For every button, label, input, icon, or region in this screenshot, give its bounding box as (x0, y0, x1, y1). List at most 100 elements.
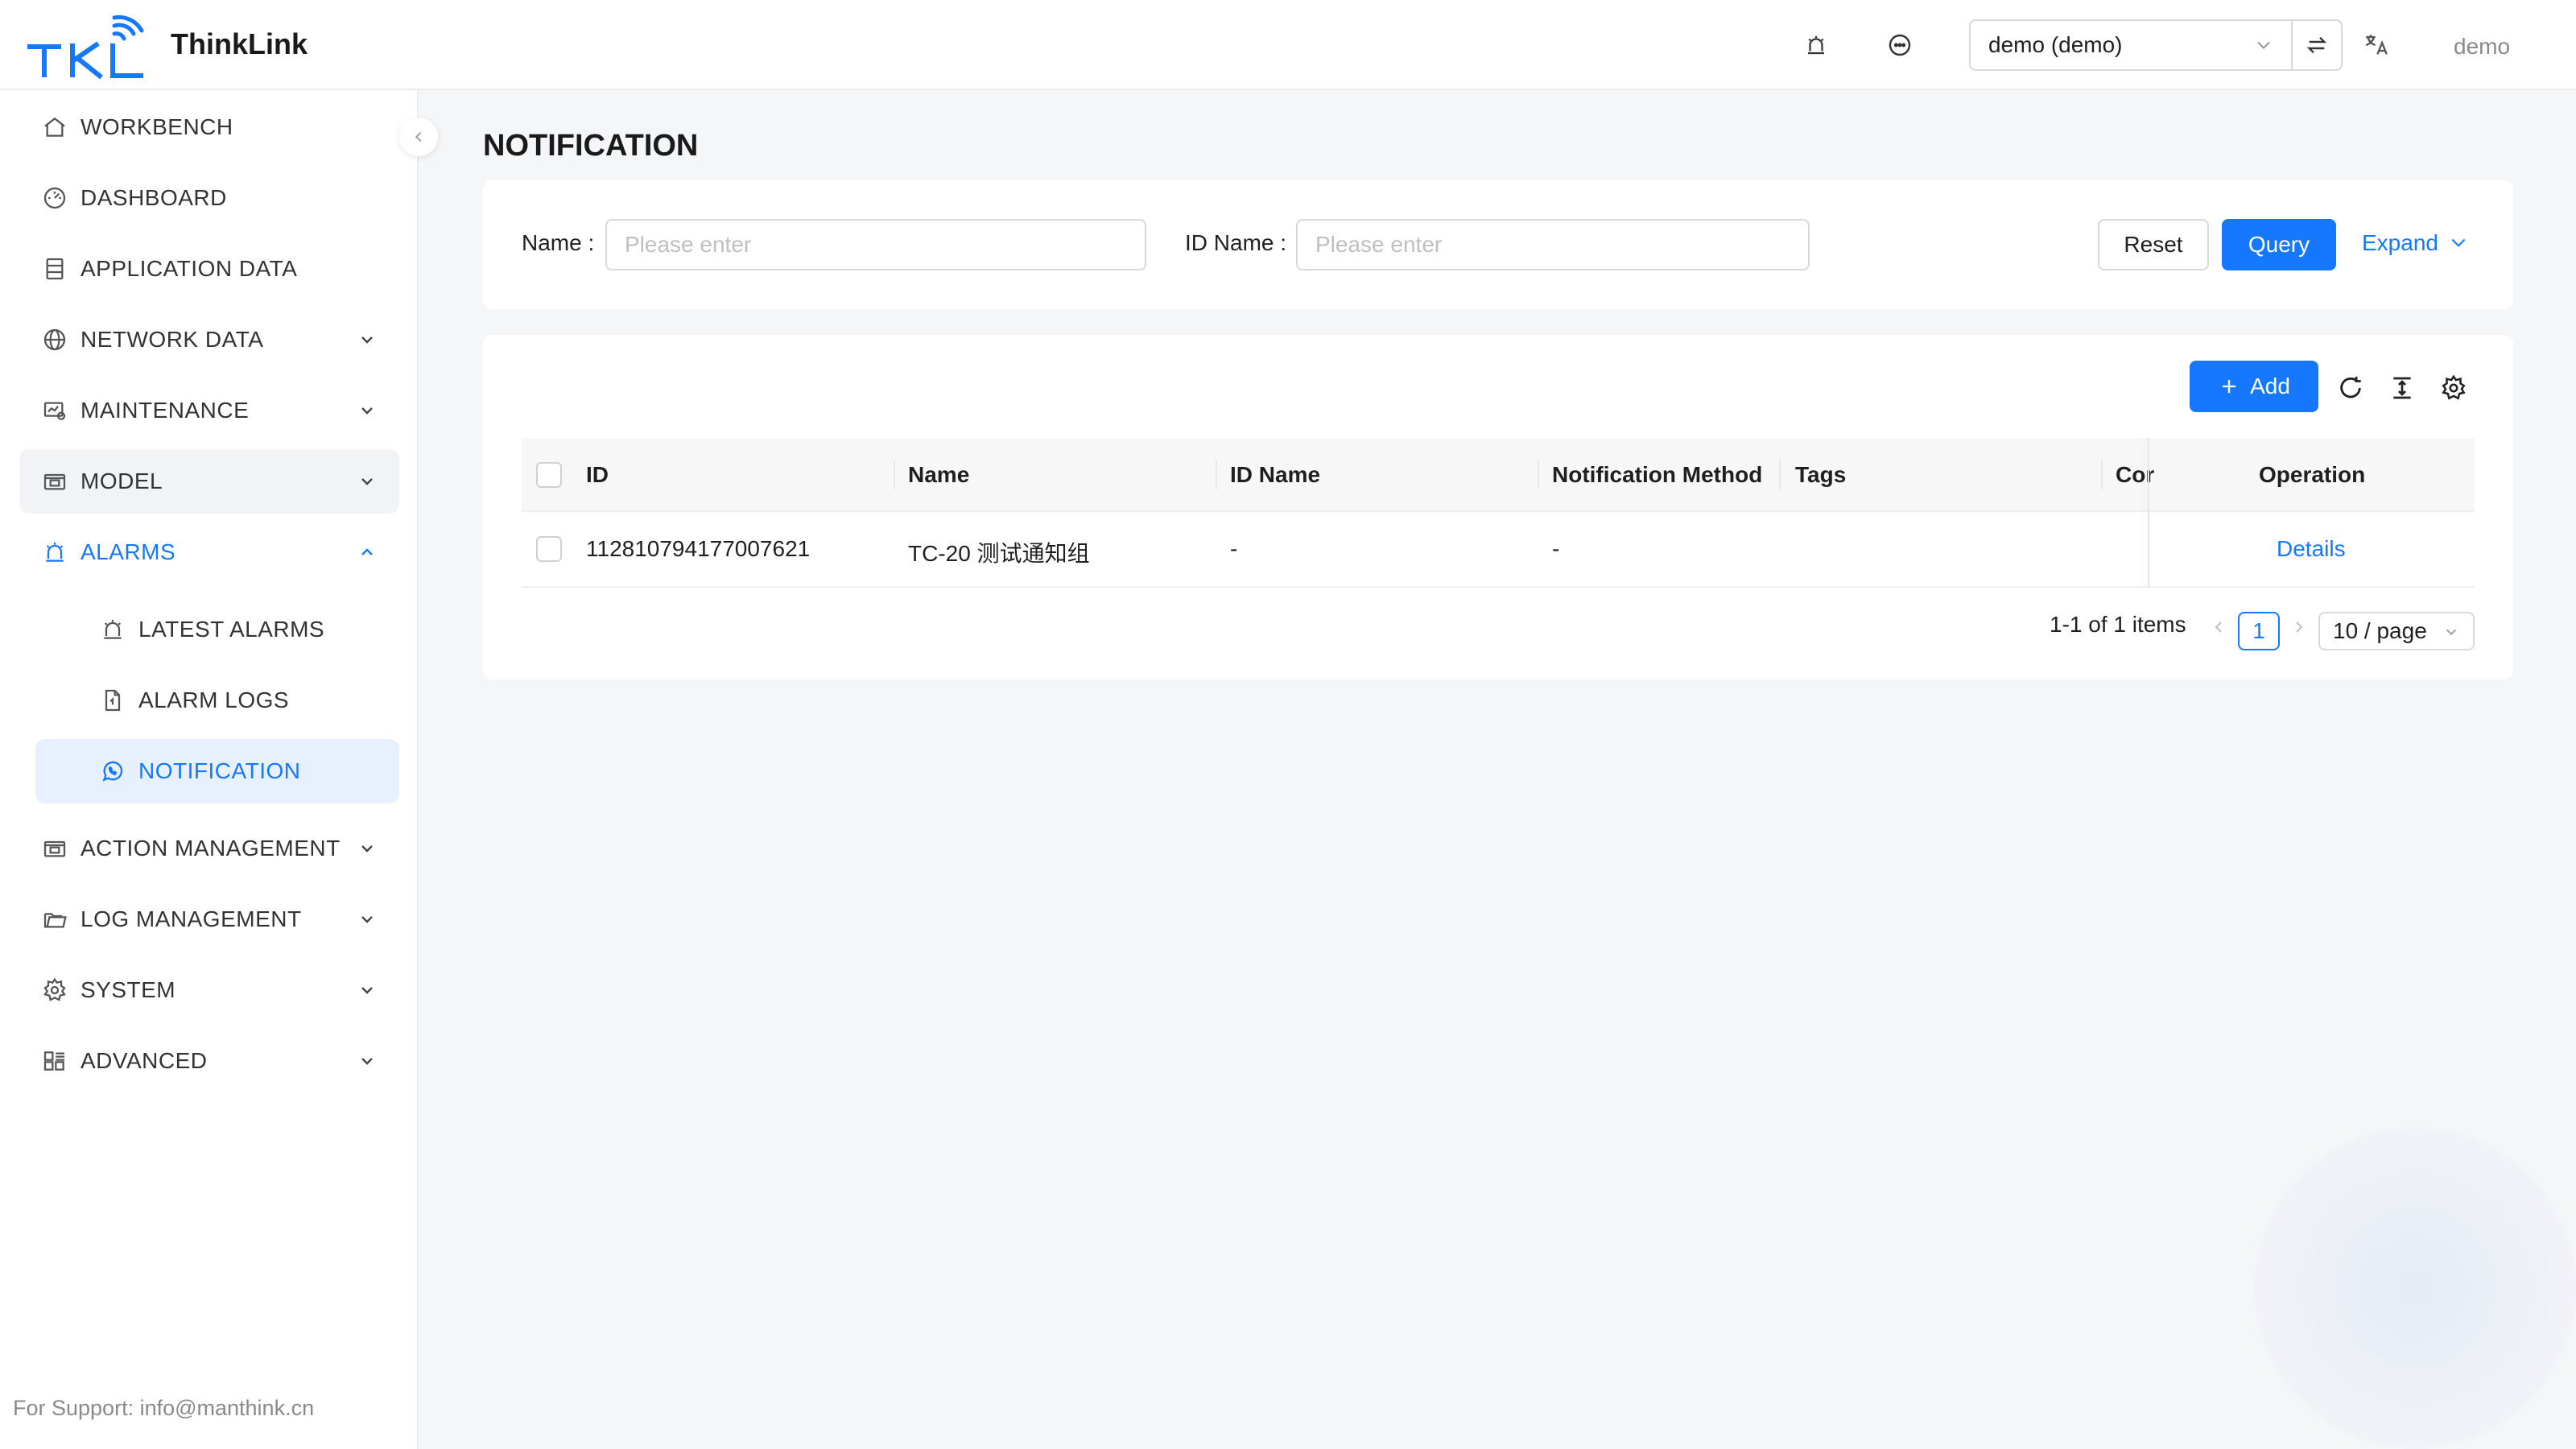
chevron-down-icon (2446, 629, 2457, 636)
id-name-input[interactable] (1296, 219, 1810, 270)
sidebar-item-maintenance[interactable]: MAINTENANCE (19, 378, 399, 443)
chevron-down-icon (361, 987, 373, 994)
column-header-id[interactable]: ID (586, 462, 609, 488)
message-icon[interactable] (1885, 31, 1914, 60)
alarm-icon (46, 543, 64, 562)
database-icon (46, 258, 64, 280)
chevron-down-icon (361, 407, 373, 415)
cell-name: TC-20 测试通知组 (908, 541, 1090, 566)
column-divider (1779, 460, 1781, 489)
sidebar-item-label: LOG MANAGEMENT (80, 906, 302, 931)
chevron-down-icon (2252, 34, 2275, 60)
chevron-down-icon (361, 478, 373, 485)
density-icon[interactable] (2386, 372, 2418, 404)
sidebar-item-workbench[interactable]: WORKBENCH (19, 95, 399, 159)
column-header-name[interactable]: Name (908, 462, 969, 488)
user-name[interactable]: demo (2454, 34, 2510, 60)
sidebar-item-system[interactable]: SYSTEM (19, 958, 399, 1022)
background-decoration (2254, 1127, 2576, 1449)
sidebar-item-label: ALARM LOGS (138, 687, 290, 712)
sidebar-item-label: DASHBOARD (80, 185, 227, 210)
fixed-column-divider (2148, 438, 2149, 588)
column-header-cor[interactable]: Cor (2116, 462, 2164, 488)
page-title: NOTIFICATION (483, 129, 699, 163)
sidebar-item-label: SYSTEM (80, 977, 176, 1002)
id-name-field-label: ID Name : (1185, 230, 1287, 255)
chevron-up-icon (361, 548, 373, 555)
support-contact: For Support: info@manthink.cn (13, 1396, 315, 1420)
chevron-left-icon (415, 131, 422, 142)
sidebar-item-action-management[interactable]: ACTION MANAGEMENT (19, 816, 399, 881)
name-field-label: Name : (522, 230, 595, 255)
column-header-operation: Operation (2259, 462, 2366, 487)
sidebar-item-label: MODEL (80, 469, 163, 493)
sidebar-item-log-management[interactable]: LOG MANAGEMENT (19, 887, 399, 952)
sidebar-item-advanced[interactable]: ADVANCED (19, 1029, 399, 1093)
column-divider (894, 460, 895, 489)
globe-icon (43, 328, 66, 351)
column-header-id-name[interactable]: ID Name (1230, 462, 1320, 488)
chevron-down-icon (361, 336, 373, 344)
dashboard-icon (43, 187, 66, 209)
chevron-down-icon (361, 1058, 373, 1065)
chevron-down-icon (361, 916, 373, 923)
whatsapp-icon (102, 761, 123, 782)
refresh-icon[interactable] (2334, 372, 2367, 404)
page-number-current[interactable]: 1 (2238, 612, 2280, 650)
reset-button[interactable]: Reset (2098, 219, 2209, 270)
plus-icon (2222, 379, 2236, 394)
home-icon (44, 117, 65, 137)
details-link[interactable]: Details (2277, 536, 2346, 562)
page-size-select[interactable]: 10 / page (2318, 612, 2475, 650)
sidebar: WORKBENCH DASHBOARD APPLICATION DATA NET… (0, 90, 419, 1449)
table-card: Add ID Name ID Name Notification Method … (483, 335, 2513, 679)
sidebar-item-label: NOTIFICATION (138, 758, 301, 783)
sidebar-item-label: ACTION MANAGEMENT (80, 836, 341, 861)
sidebar-item-application-data[interactable]: APPLICATION DATA (19, 237, 399, 301)
column-divider (2101, 460, 2103, 489)
sidebar-item-dashboard[interactable]: DASHBOARD (19, 166, 399, 230)
alarm-icon (104, 620, 122, 639)
expand-link[interactable]: Expand (2362, 230, 2469, 256)
expand-label: Expand (2362, 230, 2438, 255)
sidebar-item-latest-alarms[interactable]: LATEST ALARMS (35, 597, 399, 662)
swap-icon[interactable] (2304, 32, 2330, 62)
thinklink-logo (27, 14, 144, 80)
file-icon (105, 689, 121, 712)
alarm-icon[interactable] (1802, 31, 1831, 60)
cell-id: 112810794177007621 (586, 536, 811, 561)
select-all-checkbox[interactable] (536, 462, 562, 488)
app-title: ThinkLink (171, 27, 308, 60)
tenant-select[interactable]: demo (demo) (1969, 19, 2343, 71)
pagination-summary: 1-1 of 1 items (2050, 612, 2186, 637)
settings-icon[interactable] (2438, 372, 2470, 404)
next-page-icon[interactable] (2289, 617, 2309, 642)
folder-icon (43, 913, 67, 928)
row-checkbox[interactable] (536, 536, 562, 562)
sidebar-item-label: NETWORK DATA (80, 327, 264, 352)
query-button[interactable]: Query (2222, 219, 2336, 270)
table-header: ID Name ID Name Notification Method Tags… (522, 438, 2475, 512)
column-header-tags[interactable]: Tags (1795, 462, 1846, 488)
column-divider (1538, 460, 1539, 489)
sidebar-item-alarms[interactable]: ALARMS (19, 520, 399, 584)
translate-icon[interactable] (2362, 31, 2391, 60)
add-button-label: Add (2250, 374, 2290, 398)
maintenance-icon (43, 402, 66, 420)
page-size-value: 10 / page (2333, 618, 2427, 643)
table-row: 112810794177007621 TC-20 测试通知组 - - Detai… (522, 512, 2475, 588)
prev-page-icon[interactable] (2209, 617, 2228, 642)
sidebar-item-label: WORKBENCH (80, 114, 233, 139)
column-divider (1216, 460, 1217, 489)
sidebar-collapse-button[interactable] (399, 118, 438, 156)
sidebar-item-notification[interactable]: NOTIFICATION (35, 739, 399, 803)
sidebar-item-label: LATEST ALARMS (138, 617, 325, 642)
apps-icon (43, 1051, 64, 1071)
top-header: ThinkLink demo (demo) demo (0, 0, 2576, 90)
add-button[interactable]: Add (2190, 361, 2318, 412)
sidebar-item-model[interactable]: MODEL (19, 449, 399, 514)
sidebar-item-network-data[interactable]: NETWORK DATA (19, 308, 399, 372)
sidebar-item-alarm-logs[interactable]: ALARM LOGS (35, 668, 399, 733)
column-header-notification-method[interactable]: Notification Method (1552, 462, 1762, 488)
name-input[interactable] (605, 219, 1146, 270)
